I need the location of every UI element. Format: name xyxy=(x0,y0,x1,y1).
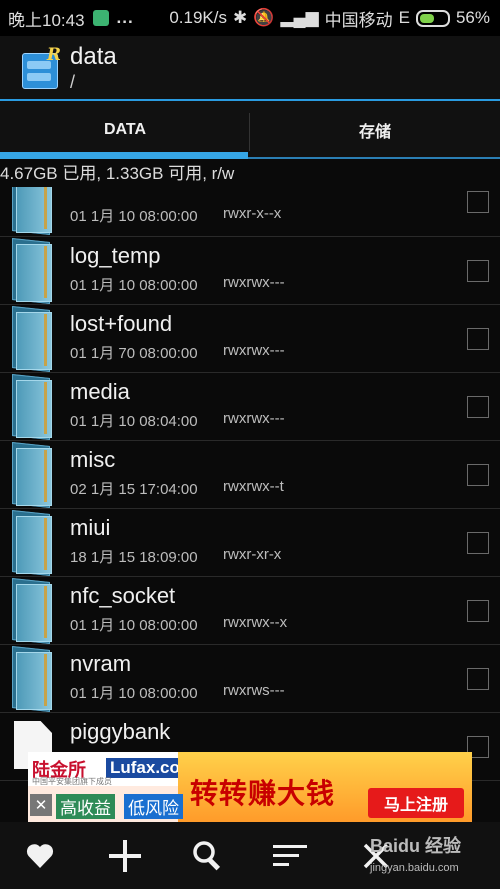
folder-icon xyxy=(12,187,52,235)
list-item[interactable]: misc 02 1月 15 17:04:00 rwxrwx--t xyxy=(0,441,500,509)
file-name: misc xyxy=(70,447,116,472)
ad-brand-sub: 中国平安集团旗下成员 xyxy=(32,777,112,786)
ad-register-button[interactable]: 马上注册 xyxy=(368,788,464,818)
select-checkbox[interactable] xyxy=(467,464,489,486)
file-permissions: rwxr-x--x xyxy=(223,205,282,222)
file-permissions: rwxrws--- xyxy=(223,682,285,699)
list-item[interactable]: local 01 1月 10 08:00:00 rwxr-x--x xyxy=(0,187,500,237)
file-name: log_temp xyxy=(70,243,161,268)
ad-close-icon[interactable]: ✕ xyxy=(30,794,52,816)
file-name: nvram xyxy=(70,651,132,676)
file-date: 01 1月 10 08:00:00 xyxy=(70,617,198,634)
list-item[interactable]: nvram 01 1月 10 08:00:00 rwxrws--- xyxy=(0,645,500,713)
file-date: 01 1月 70 08:00:00 xyxy=(70,345,198,362)
folder-icon xyxy=(12,646,52,712)
network-type: E xyxy=(398,8,410,27)
file-date: 02 1月 15 17:04:00 xyxy=(70,481,198,498)
app-logo-icon[interactable]: R xyxy=(22,45,61,89)
file-name: lost+found xyxy=(70,311,173,336)
folder-icon xyxy=(12,306,52,372)
list-item[interactable]: miui 18 1月 15 18:09:00 rwxr-xr-x xyxy=(0,509,500,577)
page-title: data xyxy=(70,43,117,70)
baidu-watermark: Baidu 经验 jingyan.baidu.com xyxy=(370,832,461,874)
select-checkbox[interactable] xyxy=(467,668,489,690)
select-checkbox[interactable] xyxy=(467,396,489,418)
tab-separator xyxy=(249,113,250,151)
select-checkbox[interactable] xyxy=(467,532,489,554)
file-permissions: rwxrwx--- xyxy=(223,410,285,427)
file-permissions: rwxr-xr-x xyxy=(223,546,282,563)
folder-icon xyxy=(12,238,52,304)
select-checkbox[interactable] xyxy=(467,600,489,622)
list-item[interactable]: lost+found 01 1月 70 08:00:00 rwxrwx--- xyxy=(0,305,500,373)
status-bar: 晚上10:43 ... 0.19K/s ✱ 🔕 ▂▄▆ 中国移动 E 56% xyxy=(0,0,500,36)
file-date: 01 1月 10 08:00:00 xyxy=(70,277,198,294)
file-permissions: rwxrwx--t xyxy=(223,478,284,495)
search-icon[interactable] xyxy=(188,838,228,874)
list-item[interactable]: media 01 1月 10 08:04:00 rwxrwx--- xyxy=(0,373,500,441)
ad-slogan: 转转赚大钱 xyxy=(190,778,336,809)
folder-icon xyxy=(12,510,52,576)
select-checkbox[interactable] xyxy=(467,260,489,282)
sort-icon[interactable] xyxy=(270,838,310,874)
file-date: 01 1月 10 08:04:00 xyxy=(70,413,198,430)
file-date: 01 1月 10 08:00:00 xyxy=(70,685,198,702)
folder-icon xyxy=(12,374,52,440)
watermark-url: jingyan.baidu.com xyxy=(370,862,459,874)
tab-data[interactable]: DATA xyxy=(0,101,250,159)
network-speed: 0.19K/s xyxy=(169,8,227,27)
current-path: / xyxy=(70,72,76,92)
list-item[interactable]: nfc_socket 01 1月 10 08:00:00 rwxrwx--x xyxy=(0,577,500,645)
list-item[interactable]: log_temp 01 1月 10 08:00:00 rwxrwx--- xyxy=(0,237,500,305)
favorite-heart-icon[interactable] xyxy=(20,838,60,874)
file-name: local xyxy=(70,187,115,191)
ad-tag-low-risk: 低风险 xyxy=(124,794,183,819)
more-notifications-icon: ... xyxy=(116,8,134,27)
tab-storage[interactable]: 存储 xyxy=(250,101,500,159)
select-checkbox[interactable] xyxy=(467,328,489,350)
file-permissions: rwxrwx--x xyxy=(223,614,288,631)
battery-icon xyxy=(415,9,450,27)
battery-percent: 56% xyxy=(455,8,490,27)
mute-bell-icon: 🔕 xyxy=(253,8,275,27)
file-permissions: rwxrwx--- xyxy=(223,342,285,359)
watermark-title: Baidu 经验 xyxy=(370,836,462,856)
file-permissions: rwxrwx--- xyxy=(223,274,285,291)
ad-tag-high-return: 高收益 xyxy=(56,794,115,819)
folder-icon xyxy=(12,578,52,644)
file-list: local 01 1月 10 08:00:00 rwxr-x--x log_te… xyxy=(0,187,500,822)
ad-banner[interactable]: 陆金所 Lufax.com 中国平安集团旗下成员 转转赚大钱 马上注册 高收益 … xyxy=(28,752,472,822)
signal-icon: ▂▄▆ xyxy=(280,8,319,27)
file-date: 01 1月 10 08:00:00 xyxy=(70,208,198,225)
tab-baseline xyxy=(248,157,500,159)
app-titlebar: R data / xyxy=(0,36,500,100)
file-name: miui xyxy=(70,515,111,540)
file-name: nfc_socket xyxy=(70,583,176,608)
storage-usage: 4.67GB 已用, 1.33GB 可用, r/w xyxy=(0,164,235,183)
file-name: piggybank xyxy=(70,719,171,744)
file-name: media xyxy=(70,379,130,404)
add-icon[interactable] xyxy=(105,838,145,874)
tab-bar: DATA 存储 xyxy=(0,101,500,159)
shield-icon xyxy=(92,10,109,26)
select-checkbox[interactable] xyxy=(467,191,489,213)
folder-icon xyxy=(12,442,52,508)
active-tab-indicator xyxy=(0,152,248,159)
carrier-name: 中国移动 xyxy=(324,10,393,30)
file-date: 18 1月 15 18:09:00 xyxy=(70,549,198,566)
bluetooth-icon: ✱ xyxy=(233,8,248,27)
status-time: 晚上10:43 xyxy=(8,10,85,30)
